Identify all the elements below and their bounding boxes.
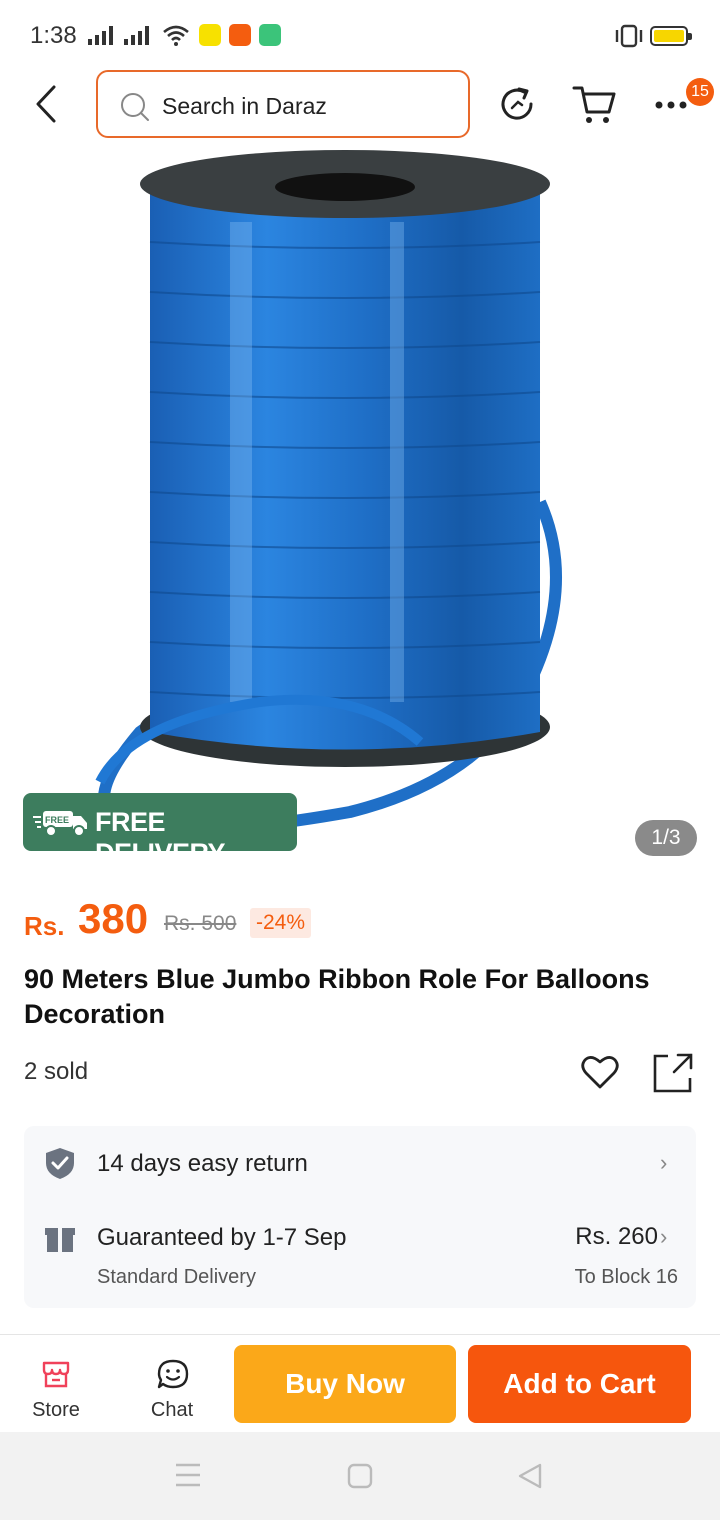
chat-icon (157, 1359, 189, 1389)
store-icon (42, 1361, 70, 1388)
buy-now-button[interactable]: Buy Now (234, 1345, 456, 1423)
header: Search in Daraz (0, 70, 720, 142)
refresh-icon[interactable] (498, 84, 538, 124)
wifi-icon (163, 25, 189, 46)
delivery-guarantee: Guaranteed by 1-7 Sep (97, 1224, 347, 1251)
store-label: Store (32, 1399, 80, 1421)
system-nav-bar (0, 1432, 720, 1520)
status-time: 1:38 (30, 22, 77, 49)
signal-icon-2 (124, 26, 149, 45)
home-icon[interactable] (346, 1462, 374, 1490)
battery-icon (650, 26, 692, 46)
share-icon[interactable] (652, 1052, 694, 1094)
search-icon (121, 93, 149, 121)
store-button[interactable]: Store (16, 1335, 96, 1433)
more-icon[interactable] (654, 100, 690, 110)
signal-icon (88, 26, 113, 45)
back-arrow-icon[interactable] (28, 84, 68, 124)
product-image[interactable] (0, 142, 720, 860)
product-title: 90 Meters Blue Jumbo Ribbon Role For Bal… (24, 964, 650, 1029)
gift-box-icon (45, 1228, 75, 1252)
service-info-card[interactable]: 14 days easy return › Guaranteed by 1-7 … (24, 1126, 696, 1308)
free-delivery-badge: FREE FREE DELIVERY (23, 793, 297, 868)
snapchat-icon (199, 24, 221, 46)
delivery-type: Standard Delivery (97, 1266, 256, 1288)
price: 380 (78, 895, 149, 942)
search-input[interactable]: Search in Daraz (96, 70, 470, 138)
chat-button[interactable]: Chat (132, 1335, 212, 1433)
add-to-cart-button[interactable]: Add to Cart (468, 1345, 691, 1423)
back-nav-icon[interactable] (516, 1462, 544, 1490)
wishlist-heart-icon[interactable] (580, 1052, 620, 1092)
recent-apps-icon[interactable] (174, 1462, 202, 1488)
notification-badge: 15 (686, 78, 714, 106)
price-row: Rs. 380 Rs. 500 -24% (24, 895, 704, 945)
discount-badge: -24% (250, 908, 312, 938)
status-bar: 1:38 (0, 0, 720, 70)
vibrate-icon (615, 24, 643, 48)
search-placeholder: Search in Daraz (162, 93, 327, 119)
delivery-fee: Rs. 260 (575, 1223, 658, 1250)
free-delivery-label: FREE DELIVERY (95, 807, 226, 868)
daraz-app-icon (229, 24, 251, 46)
bottom-action-bar: Store Chat Buy Now Add to Cart (0, 1334, 720, 1432)
return-policy: 14 days easy return (97, 1150, 308, 1177)
app-notification-icon (259, 24, 281, 46)
ribbon-spool-image (95, 150, 562, 836)
sold-count: 2 sold (24, 1058, 89, 1085)
chat-label: Chat (150, 1399, 194, 1421)
chevron-right-icon-2: › (660, 1224, 668, 1249)
currency: Rs. (24, 911, 65, 941)
cart-icon[interactable] (572, 84, 618, 126)
delivery-destination: To Block 16 (574, 1266, 678, 1288)
image-counter: 1/3 (635, 820, 697, 856)
chevron-right-icon: › (660, 1150, 668, 1175)
free-tag: FREE (45, 815, 69, 825)
original-price: Rs. 500 (164, 912, 237, 935)
shield-check-icon (46, 1148, 74, 1179)
delivery-truck-icon: FREE (33, 811, 87, 837)
